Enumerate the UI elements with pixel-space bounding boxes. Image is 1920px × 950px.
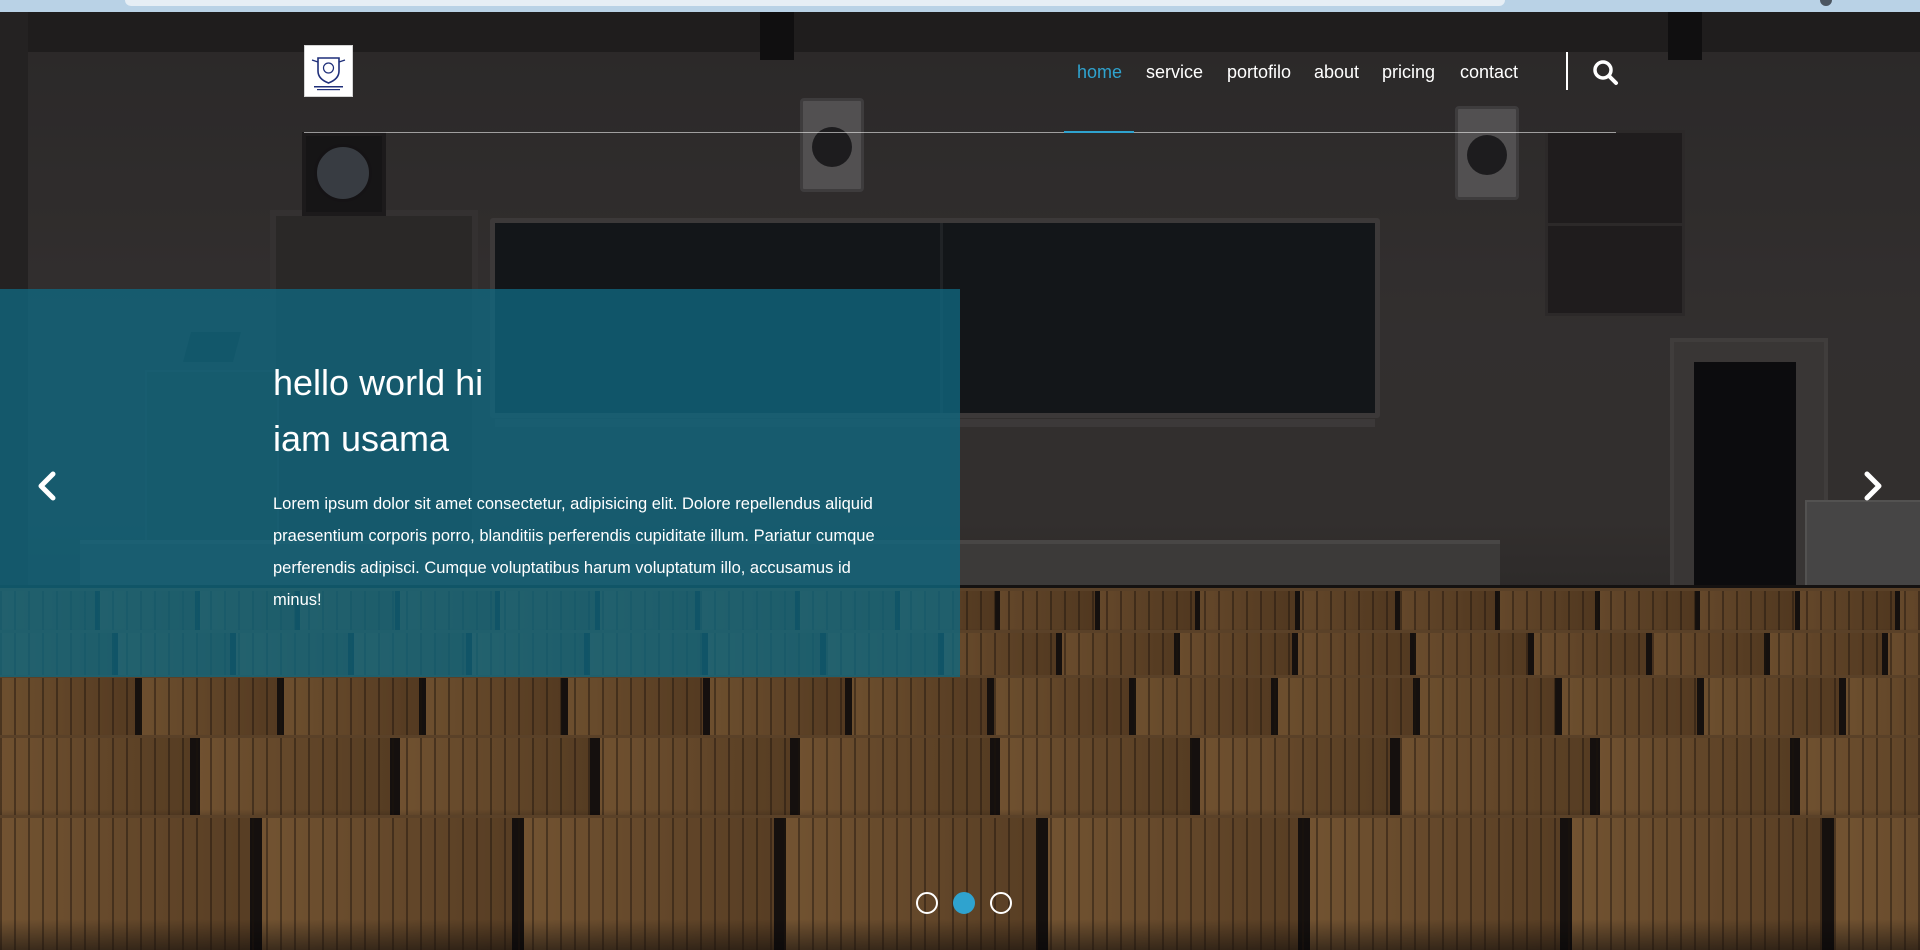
nav-divider — [1566, 52, 1568, 90]
nav-portfolio[interactable]: portofilo — [1227, 60, 1291, 84]
carousel-indicator-1[interactable] — [916, 892, 938, 914]
carousel-next-button[interactable] — [1854, 468, 1890, 504]
chevron-right-icon — [1864, 471, 1882, 501]
carousel-prev-button[interactable] — [30, 468, 66, 504]
hero-title-line-2: iam usama — [273, 418, 450, 459]
search-icon — [1593, 60, 1618, 85]
browser-top-strip — [0, 0, 1920, 12]
nav-about[interactable]: about — [1314, 60, 1359, 84]
carousel-indicator-3[interactable] — [990, 892, 1012, 914]
header-underline — [304, 132, 1616, 133]
nav-pricing[interactable]: pricing — [1382, 60, 1435, 84]
carousel-indicator-2[interactable] — [953, 892, 975, 914]
hero-description: Lorem ipsum dolor sit amet consectetur, … — [273, 495, 875, 609]
active-nav-indicator — [1064, 131, 1134, 133]
hero-caption-panel — [0, 289, 960, 677]
nav-home[interactable]: home — [1077, 60, 1122, 84]
crest-icon — [311, 57, 346, 91]
nav-contact[interactable]: contact — [1460, 60, 1518, 84]
site-header: home service portofilo about pricing con… — [0, 0, 1920, 140]
hero-title: hello world hi iam usama — [273, 355, 483, 467]
nav-service[interactable]: service — [1146, 60, 1203, 84]
hero-title-line-1: hello world hi — [273, 362, 484, 403]
browser-status-dot — [1820, 0, 1832, 6]
search-button[interactable] — [1590, 58, 1620, 88]
address-bar-edge — [125, 0, 1505, 6]
page: home service portofilo about pricing con… — [0, 0, 1920, 950]
site-logo[interactable] — [304, 45, 353, 97]
chevron-left-icon — [38, 471, 56, 501]
